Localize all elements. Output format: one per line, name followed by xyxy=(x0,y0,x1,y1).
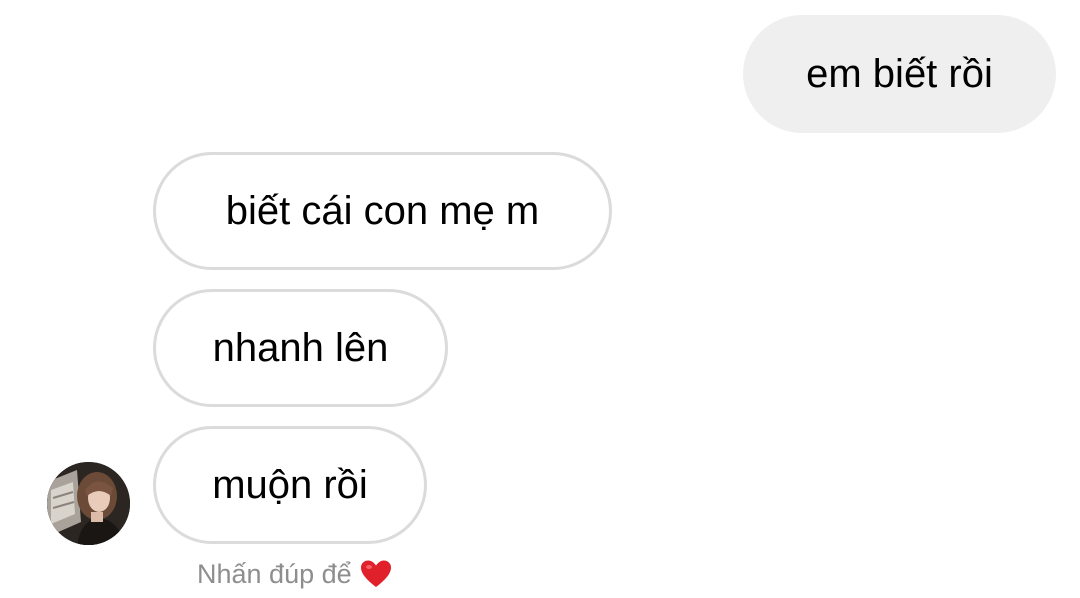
incoming-message-bubble[interactable]: muộn rồi xyxy=(153,426,427,544)
heart-icon xyxy=(360,559,392,589)
incoming-message-bubble[interactable]: biết cái con mẹ m xyxy=(153,152,612,270)
sender-avatar[interactable] xyxy=(47,462,130,545)
double-tap-hint: Nhấn đúp để xyxy=(197,557,392,591)
message-text: biết cái con mẹ m xyxy=(225,189,540,233)
outgoing-message-bubble[interactable]: em biết rồi xyxy=(743,15,1056,133)
hint-text: Nhấn đúp để xyxy=(197,558,352,589)
message-text: em biết rồi xyxy=(806,52,993,96)
message-text: muộn rồi xyxy=(212,463,368,507)
message-text: nhanh lên xyxy=(212,326,389,370)
incoming-message-bubble[interactable]: nhanh lên xyxy=(153,289,448,407)
